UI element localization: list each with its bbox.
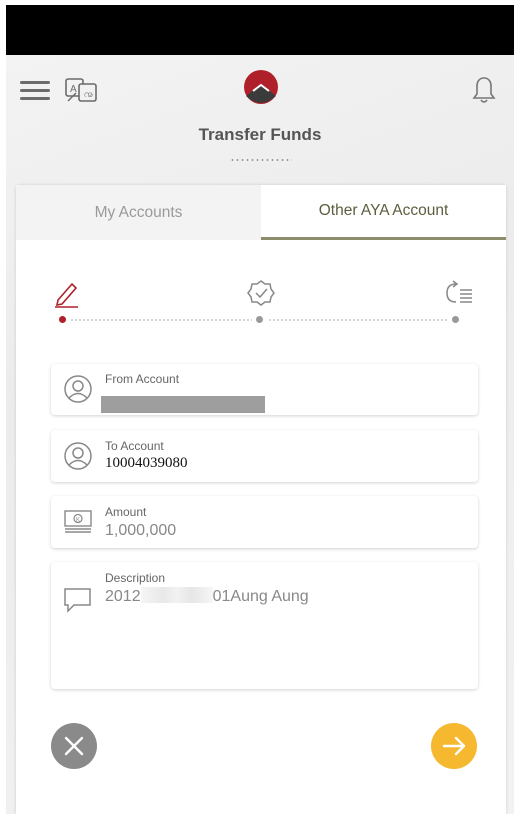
language-toggle-icon[interactable]: A ꩠ xyxy=(64,75,100,105)
transfer-card: My Accounts Other AYA Account From Accou… xyxy=(16,185,506,814)
chat-bubble-icon xyxy=(64,588,91,613)
amount-value: 1,000,000 xyxy=(105,522,177,539)
bell-icon[interactable] xyxy=(472,75,496,105)
description-value-blurred xyxy=(140,587,213,603)
tab-bar: My Accounts Other AYA Account xyxy=(16,185,506,240)
description-value-start: 2012 xyxy=(105,588,141,605)
app-screen: A ꩠ Transfer Funds My Accounts Other AYA… xyxy=(6,5,514,814)
user-circle-icon xyxy=(64,375,92,403)
from-account-field[interactable]: From Account xyxy=(51,364,478,415)
svg-text:ꩠ: ꩠ xyxy=(84,89,93,100)
title-divider xyxy=(230,159,292,161)
list-arrow-icon xyxy=(446,280,472,303)
page-title: Transfer Funds xyxy=(198,125,322,144)
description-value: 2012 01Aung Aung xyxy=(105,587,309,606)
to-account-field[interactable]: To Account 10004039080 xyxy=(51,430,478,482)
step-connector xyxy=(268,319,448,321)
to-account-value: 10004039080 xyxy=(105,455,188,471)
from-account-label: From Account xyxy=(105,372,180,386)
step-dot xyxy=(256,316,263,323)
description-field[interactable]: Description 2012 01Aung Aung xyxy=(51,562,478,689)
user-circle-icon xyxy=(64,442,92,470)
svg-text:K: K xyxy=(76,518,80,524)
pencil-icon xyxy=(55,282,78,308)
to-account-label: To Account xyxy=(105,439,164,453)
hamburger-menu-icon[interactable] xyxy=(20,79,52,101)
cancel-button[interactable] xyxy=(51,723,97,769)
close-icon xyxy=(64,736,84,756)
step-dot xyxy=(452,316,459,323)
amount-field[interactable]: K Amount 1,000,000 xyxy=(51,496,478,548)
tab-other-aya-account[interactable]: Other AYA Account xyxy=(261,185,506,240)
arrow-right-icon xyxy=(442,736,466,756)
step-connector xyxy=(70,319,252,321)
progress-stepper xyxy=(16,270,506,330)
status-bar xyxy=(6,5,514,55)
description-label: Description xyxy=(105,571,166,585)
next-button[interactable] xyxy=(431,723,477,769)
bank-logo xyxy=(244,70,278,104)
tab-my-accounts[interactable]: My Accounts xyxy=(16,185,261,240)
badge-check-icon xyxy=(247,280,275,306)
step-dot-current xyxy=(59,316,66,323)
top-bar: A ꩠ Transfer Funds xyxy=(6,55,514,185)
from-account-value-redacted xyxy=(101,396,265,413)
amount-label: Amount xyxy=(105,505,147,519)
description-value-end: 01Aung Aung xyxy=(212,588,309,605)
cash-note-icon: K xyxy=(64,510,92,533)
